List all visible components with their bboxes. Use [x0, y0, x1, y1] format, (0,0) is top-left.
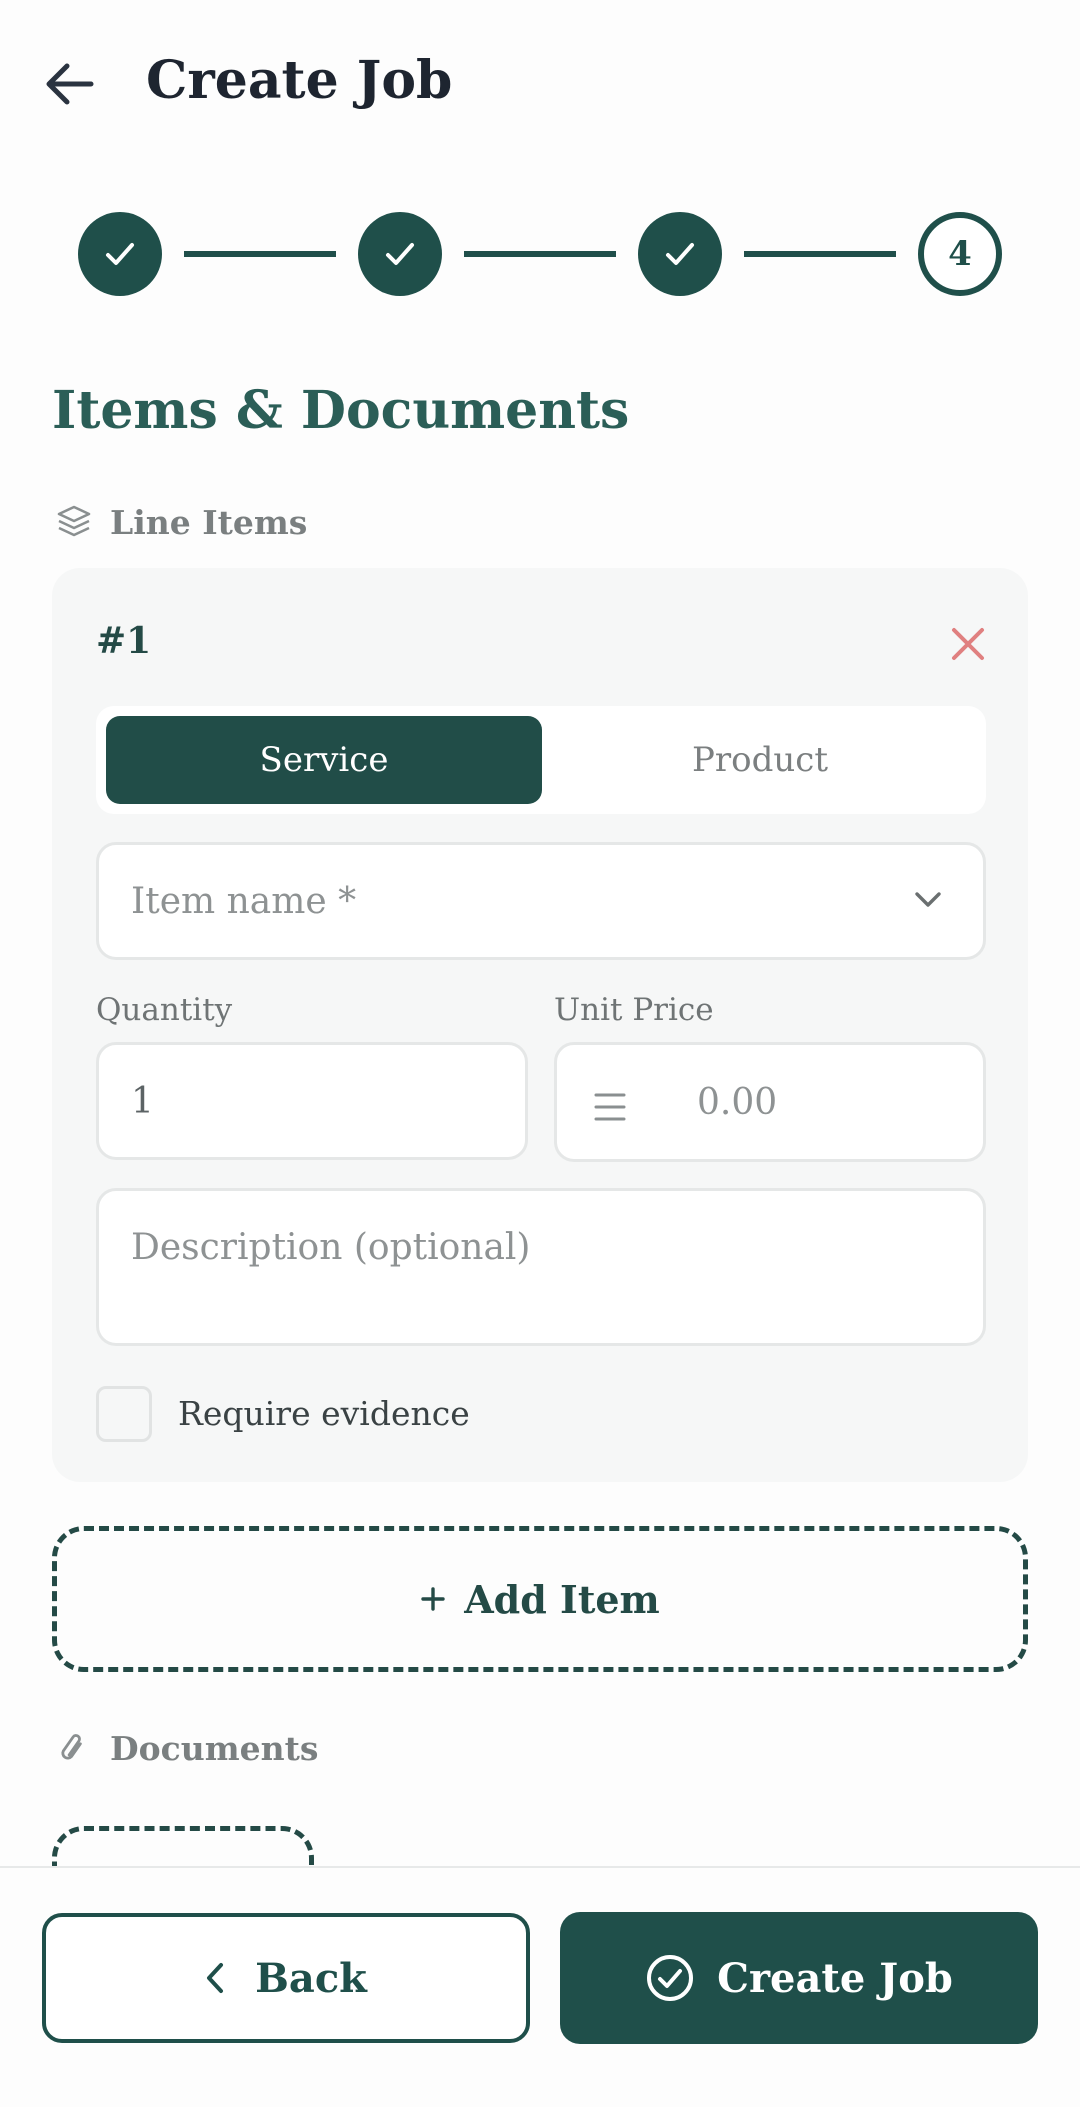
documents-label: Documents: [110, 1728, 319, 1768]
description-input[interactable]: Description (optional): [96, 1188, 986, 1346]
create-job-button[interactable]: Create Job: [560, 1912, 1038, 2044]
check-circle-icon: [647, 1955, 694, 2001]
require-evidence-checkbox[interactable]: [96, 1386, 152, 1442]
documents-header: Documents: [54, 1728, 318, 1768]
quantity-value: 1: [131, 1080, 154, 1122]
currency-icon: [594, 1093, 626, 1121]
app-bar: Create Job: [0, 0, 1080, 170]
unit-price-input[interactable]: 0.00: [554, 1042, 986, 1162]
bottom-action-bar: Back Create Job: [0, 1866, 1080, 2107]
require-evidence-label: Require evidence: [178, 1394, 470, 1433]
create-job-label: Create Job: [717, 1954, 953, 2002]
unit-price-label: Unit Price: [554, 992, 714, 1028]
progress-stepper: 4: [0, 212, 1080, 300]
check-icon: [106, 243, 134, 265]
check-icon: [666, 243, 694, 265]
close-icon: [952, 628, 984, 660]
back-button-label: Back: [255, 1954, 367, 2002]
quantity-label: Quantity: [96, 992, 233, 1028]
line-item-card: #1 Service Product Item name * Quantity …: [52, 568, 1028, 1482]
step-2-complete: [358, 212, 442, 296]
step-connector: [464, 251, 616, 257]
item-name-select[interactable]: Item name *: [96, 842, 986, 960]
description-placeholder: Description (optional): [131, 1227, 531, 1268]
line-items-label: Line Items: [110, 502, 308, 542]
quantity-input[interactable]: 1: [96, 1042, 528, 1160]
step-1-complete: [78, 212, 162, 296]
add-item-label: Add Item: [464, 1576, 660, 1622]
remove-item-button[interactable]: [946, 622, 990, 666]
paperclip-icon: [61, 1734, 82, 1760]
line-items-header: Line Items: [54, 502, 307, 542]
section-title: Items & Documents: [52, 380, 630, 441]
step-connector: [744, 251, 896, 257]
back-arrow-icon[interactable]: [40, 56, 100, 112]
check-icon: [386, 243, 414, 265]
service-option[interactable]: Service: [106, 716, 542, 804]
product-option[interactable]: Product: [542, 716, 978, 804]
page-title: Create Job: [146, 50, 453, 111]
unit-price-placeholder: 0.00: [697, 1081, 778, 1123]
chevron-down-icon: [915, 892, 941, 907]
back-button[interactable]: Back: [42, 1913, 530, 2043]
step-connector: [184, 251, 336, 257]
chevron-left-icon: [207, 1963, 224, 1993]
add-item-button[interactable]: Add Item: [52, 1526, 1028, 1672]
item-type-toggle: Service Product: [96, 706, 986, 814]
step-3-complete: [638, 212, 722, 296]
item-name-placeholder: Item name *: [131, 880, 357, 922]
layers-icon: [57, 505, 91, 537]
step-4-current: 4: [918, 212, 1002, 296]
item-number: #1: [96, 620, 152, 662]
plus-icon: [421, 1587, 445, 1611]
